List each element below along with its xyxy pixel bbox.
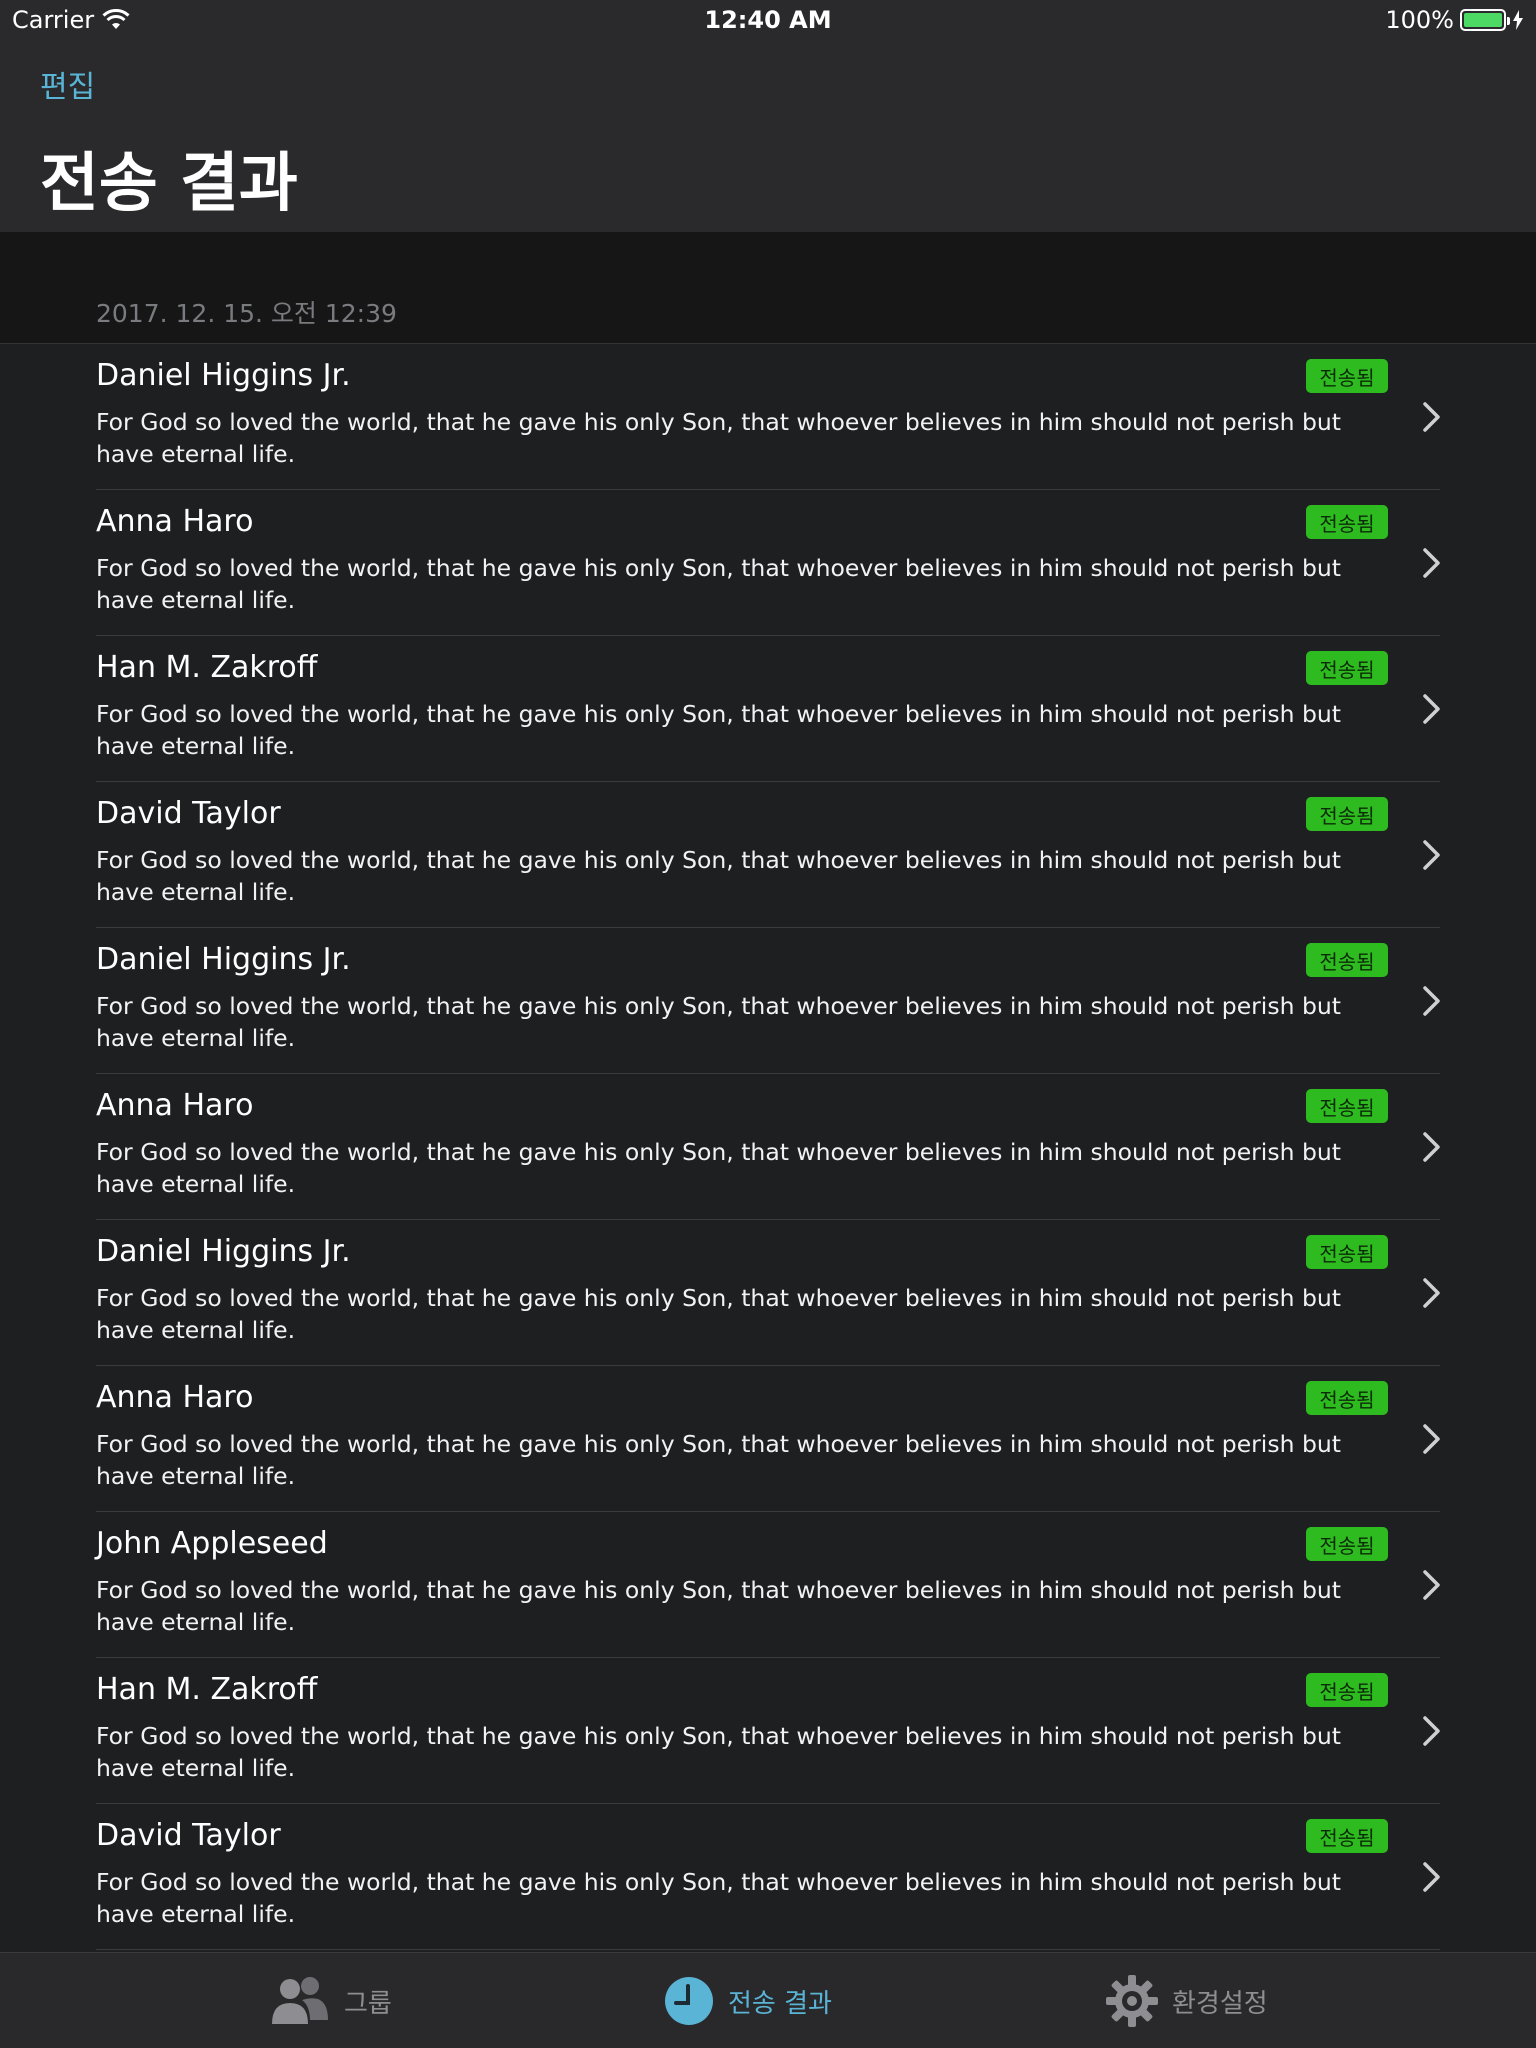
message-preview: For God so loved the world, that he gave…	[96, 1722, 1341, 1782]
contact-name: Daniel Higgins Jr.	[96, 1234, 351, 1269]
message-preview: For God so loved the world, that he gave…	[96, 700, 1341, 760]
status-badge: 전송됨	[1306, 651, 1388, 685]
contact-name: Han M. Zakroff	[96, 650, 318, 685]
status-badge: 전송됨	[1306, 359, 1388, 393]
message-preview: For God so loved the world, that he gave…	[96, 554, 1341, 614]
list-item[interactable]: Daniel Higgins Jr. 전송됨 For God so loved th…	[0, 344, 1536, 490]
chevron-right-icon	[1423, 1424, 1440, 1454]
battery-fill	[1464, 13, 1502, 27]
status-badge: 전송됨	[1306, 505, 1388, 539]
charging-bolt-icon	[1513, 10, 1523, 30]
status-bar: Carrier 12:40 AM 100%	[0, 0, 1536, 40]
chevron-right-icon	[1423, 402, 1440, 432]
gear-icon	[1106, 1975, 1158, 2027]
message-preview: For God so loved the world, that he gave…	[96, 1138, 1341, 1198]
chevron-right-icon	[1423, 1570, 1440, 1600]
chevron-right-icon	[1423, 1278, 1440, 1308]
tab-bar: 그룹 전송 결과 환경설정	[0, 1952, 1536, 2048]
status-badge: 전송됨	[1306, 1673, 1388, 1707]
message-preview: For God so loved the world, that he gave…	[96, 1430, 1341, 1490]
list-item[interactable]: Daniel Higgins Jr. 전송됨 For God so loved th…	[0, 1220, 1536, 1366]
page-title: 전송 결과	[40, 147, 298, 221]
chevron-right-icon	[1423, 1862, 1440, 1892]
contact-name: Han M. Zakroff	[96, 1672, 318, 1707]
group-icon	[272, 1977, 328, 2024]
battery-percent: 100%	[1385, 6, 1454, 34]
battery-indicator: 100%	[1385, 6, 1524, 34]
chevron-right-icon	[1423, 1132, 1440, 1162]
chevron-right-icon	[1423, 840, 1440, 870]
contact-name: David Taylor	[96, 1818, 281, 1853]
message-preview: For God so loved the world, that he gave…	[96, 1576, 1341, 1636]
tab-settings[interactable]: 환경설정	[1106, 1953, 1268, 2048]
chevron-right-icon	[1423, 694, 1440, 724]
tab-settings-label: 환경설정	[1172, 1988, 1268, 2019]
message-preview: For God so loved the world, that he gave…	[96, 992, 1341, 1052]
contact-name: Anna Haro	[96, 504, 254, 539]
list-item[interactable]: David Taylor 전송됨 For God so loved the worl…	[0, 782, 1536, 928]
battery-icon	[1460, 9, 1510, 31]
status-badge: 전송됨	[1306, 943, 1388, 977]
status-time: 12:40 AM	[704, 6, 832, 34]
section-header: 2017. 12. 15. 오전 12:39	[0, 232, 1536, 344]
message-preview: For God so loved the world, that he gave…	[96, 408, 1341, 468]
message-preview: For God so loved the world, that he gave…	[96, 1868, 1341, 1928]
status-badge: 전송됨	[1306, 797, 1388, 831]
list-item[interactable]: John Appleseed 전송됨 For God so loved the wo…	[0, 1512, 1536, 1658]
status-badge: 전송됨	[1306, 1527, 1388, 1561]
list-item[interactable]: Daniel Higgins Jr. 전송됨 For God so loved th…	[0, 928, 1536, 1074]
message-preview: For God so loved the world, that he gave…	[96, 1284, 1341, 1344]
navigation-bar: Carrier 12:40 AM 100% 편집 전송 결과	[0, 0, 1536, 232]
list-item[interactable]: Han M. Zakroff 전송됨 For God so loved the wo…	[0, 636, 1536, 782]
status-badge: 전송됨	[1306, 1235, 1388, 1269]
list-item[interactable]: David Taylor 전송됨 For God so loved the worl…	[0, 1804, 1536, 1950]
list-item[interactable]: Han M. Zakroff 전송됨 For God so loved the wo…	[0, 1658, 1536, 1804]
status-badge: 전송됨	[1306, 1381, 1388, 1415]
contact-name: David Taylor	[96, 796, 281, 831]
status-badge: 전송됨	[1306, 1819, 1388, 1853]
result-list: Daniel Higgins Jr. 전송됨 For God so loved th…	[0, 344, 1536, 1952]
contact-name: Anna Haro	[96, 1380, 254, 1415]
chevron-right-icon	[1423, 548, 1440, 578]
tab-results-label: 전송 결과	[728, 1988, 832, 2019]
contact-name: Daniel Higgins Jr.	[96, 942, 351, 977]
status-badge: 전송됨	[1306, 1089, 1388, 1123]
tab-results[interactable]: 전송 결과	[664, 1953, 832, 2048]
contact-name: Daniel Higgins Jr.	[96, 358, 351, 393]
section-date: 2017. 12. 15. 오전 12:39	[96, 299, 397, 328]
tab-group-label: 그룹	[344, 1988, 392, 2019]
clock-icon	[665, 1977, 713, 2025]
edit-button[interactable]: 편집	[40, 62, 95, 106]
message-preview: For God so loved the world, that he gave…	[96, 846, 1341, 906]
list-item[interactable]: Anna Haro 전송됨 For God so loved the world, …	[0, 1074, 1536, 1220]
contact-name: John Appleseed	[96, 1526, 328, 1561]
chevron-right-icon	[1423, 986, 1440, 1016]
tab-group[interactable]: 그룹	[268, 1953, 392, 2048]
list-item[interactable]: Anna Haro 전송됨 For God so loved the world, …	[0, 490, 1536, 636]
chevron-right-icon	[1423, 1716, 1440, 1746]
list-item[interactable]: Anna Haro 전송됨 For God so loved the world, …	[0, 1366, 1536, 1512]
contact-name: Anna Haro	[96, 1088, 254, 1123]
